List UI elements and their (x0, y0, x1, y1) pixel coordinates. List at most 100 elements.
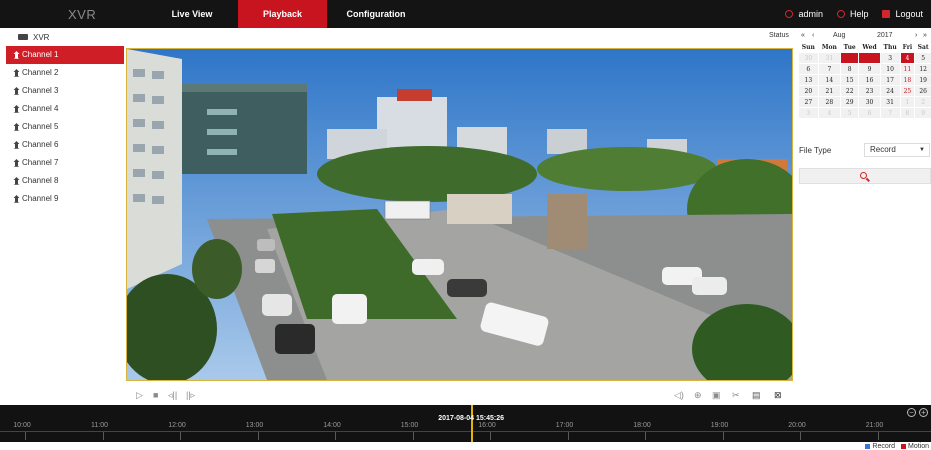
calendar-day[interactable]: 18 (900, 75, 915, 85)
zoom-out-icon[interactable]: − (907, 408, 916, 417)
channel-item[interactable]: Channel 4 (6, 100, 124, 118)
channel-item[interactable]: Channel 8 (6, 172, 124, 190)
calendar-day[interactable]: 1 (841, 53, 859, 63)
calendar-day[interactable]: 9 (859, 64, 880, 74)
current-time-label: 2017-08-04 15:45:26 (438, 415, 505, 422)
camera-icon (13, 87, 20, 95)
calendar-day[interactable]: 31 (880, 97, 900, 107)
channel-item[interactable]: Channel 1 (6, 46, 124, 64)
channel-item[interactable]: Channel 6 (6, 136, 124, 154)
play-icon[interactable]: ▷ (136, 390, 143, 400)
tab-live-view[interactable]: Live View (158, 0, 226, 28)
calendar-day[interactable]: 24 (880, 86, 900, 96)
calendar-day[interactable]: 23 (859, 86, 880, 96)
logout-button[interactable]: Logout (882, 9, 923, 19)
timeline-legend: Record Motion (859, 443, 929, 450)
clip-icon[interactable]: ✂ (732, 390, 740, 400)
timeline-tick (102, 432, 104, 440)
calendar-day[interactable]: 12 (915, 64, 931, 74)
calendar-day[interactable]: 17 (880, 75, 900, 85)
channel-item[interactable]: Channel 9 (6, 190, 124, 208)
calendar-day[interactable]: 3 (799, 108, 818, 118)
calendar-day[interactable]: 15 (841, 75, 859, 85)
zoom-in-icon[interactable]: + (919, 408, 928, 417)
legend-label: Motion (907, 443, 929, 450)
calendar-day[interactable]: 30 (799, 53, 818, 63)
prev-year-button[interactable]: « (801, 32, 805, 39)
fast-icon[interactable]: ||▹ (186, 390, 195, 400)
channel-label: Channel 4 (22, 104, 59, 113)
calendar-day[interactable]: 6 (799, 64, 818, 74)
tab-playback[interactable]: Playback (238, 0, 327, 28)
calendar-day[interactable]: 27 (799, 97, 818, 107)
calendar-day[interactable]: 11 (900, 64, 915, 74)
tab-configuration[interactable]: Configuration (336, 0, 416, 28)
calendar-day[interactable]: 29 (841, 97, 859, 107)
snapshot-icon[interactable]: ▣ (712, 390, 721, 400)
calendar-day[interactable]: 6 (859, 108, 880, 118)
help-icon (836, 10, 845, 18)
calendar-day[interactable]: 22 (841, 86, 859, 96)
file-type-value: Record (870, 145, 896, 154)
camera-icon (13, 159, 20, 167)
calendar-day[interactable]: 20 (799, 86, 818, 96)
calendar-day[interactable]: 1 (900, 97, 915, 107)
timeline-hour-label: 10:00 (13, 422, 31, 429)
calendar-day[interactable]: 8 (900, 108, 915, 118)
next-year-button[interactable]: » (923, 32, 927, 39)
timeline-cursor[interactable] (471, 405, 474, 442)
calendar-day[interactable]: 7 (818, 64, 841, 74)
search-button[interactable] (799, 168, 931, 184)
channel-label: Channel 1 (22, 50, 59, 59)
calendar-day[interactable]: 4 (818, 108, 841, 118)
file-type-select[interactable]: Record ▼ (864, 143, 930, 157)
save-icon[interactable]: ▤ (752, 390, 761, 400)
channel-item[interactable]: Channel 5 (6, 118, 124, 136)
calendar-day[interactable]: 4 (900, 53, 915, 63)
calendar-grid: Sun Mon Tue Wed Thu Fri Sat 30 31 1 2 3 4 5 6 7 8 9 10 11 1… (798, 42, 931, 119)
calendar-day[interactable]: 31 (818, 53, 841, 63)
timeline-tick (567, 432, 569, 440)
calendar-day[interactable]: 5 (915, 53, 931, 63)
volume-icon[interactable]: ◁) (674, 390, 684, 400)
calendar-day[interactable]: 21 (818, 86, 841, 96)
calendar-day[interactable]: 26 (915, 86, 931, 96)
timeline-tick (180, 432, 181, 440)
calendar-day[interactable]: 8 (841, 64, 859, 74)
fullscreen-icon[interactable]: ⊠ (774, 390, 782, 400)
timeline-tick (335, 432, 336, 440)
calendar-day[interactable]: 16 (859, 75, 880, 85)
calendar-day[interactable]: 7 (880, 108, 900, 118)
camera-icon (13, 105, 20, 113)
calendar-day[interactable]: 28 (818, 97, 841, 107)
prev-month-button[interactable]: ‹ (812, 32, 814, 39)
zoom-icon[interactable]: ⊕ (694, 390, 702, 400)
calendar-day[interactable]: 3 (880, 53, 900, 63)
help-button[interactable]: Help (836, 9, 868, 19)
playback-video[interactable] (126, 48, 793, 381)
timeline[interactable]: − + 10:00 11:00 12:00 13:00 14:00 15:00 16:00 1… (0, 405, 931, 442)
calendar-day[interactable]: 14 (818, 75, 841, 85)
timeline-hour-label: 12:00 (168, 422, 186, 429)
channel-item[interactable]: Channel 2 (6, 64, 124, 82)
calendar-day[interactable]: 2 (859, 53, 880, 63)
calendar-day[interactable]: 30 (859, 97, 880, 107)
channel-label: Channel 8 (22, 176, 59, 185)
chevron-down-icon: ▼ (919, 147, 925, 153)
weekday-label: Sun (801, 44, 815, 51)
user-menu[interactable]: admin (785, 9, 823, 19)
device-node[interactable]: XVR (18, 31, 49, 43)
calendar-day[interactable]: 19 (915, 75, 931, 85)
calendar-day[interactable]: 10 (880, 64, 900, 74)
calendar-day[interactable]: 13 (799, 75, 818, 85)
slow-icon[interactable]: ◃|| (168, 390, 177, 400)
channel-item[interactable]: Channel 3 (6, 82, 124, 100)
calendar-day[interactable]: 25 (900, 86, 915, 96)
calendar-day[interactable]: 9 (915, 108, 931, 118)
weekday-label: Mon (821, 44, 837, 51)
channel-item[interactable]: Channel 7 (6, 154, 124, 172)
calendar-day[interactable]: 2 (915, 97, 931, 107)
calendar-day[interactable]: 5 (841, 108, 859, 118)
next-month-button[interactable]: › (915, 32, 917, 39)
stop-icon[interactable]: ■ (153, 390, 158, 400)
